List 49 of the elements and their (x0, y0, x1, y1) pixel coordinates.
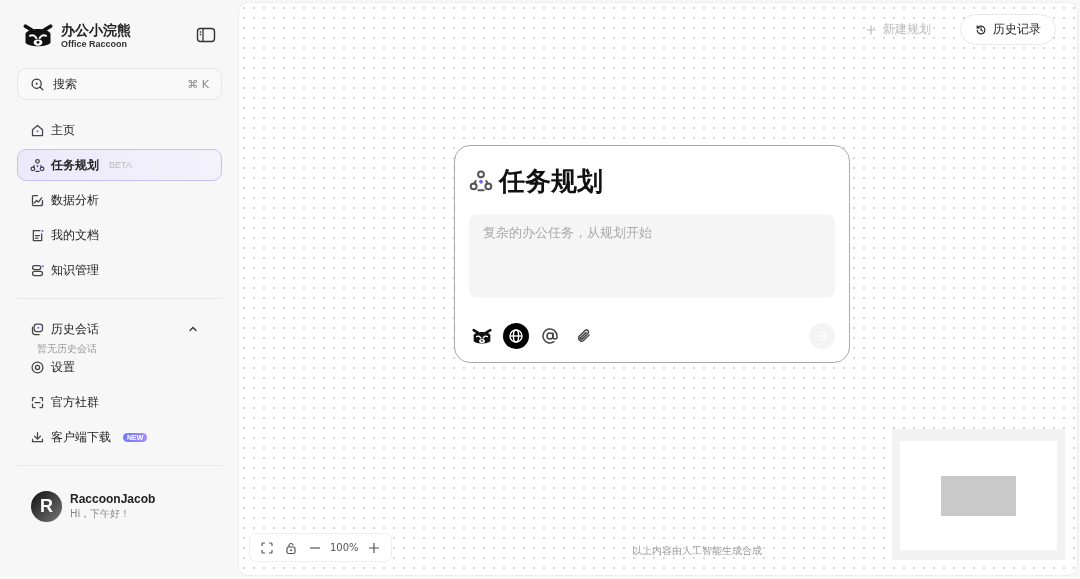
search-icon (30, 76, 45, 92)
sidebar-icon (196, 27, 216, 43)
history-icon (975, 23, 987, 36)
nav-item[interactable]: 我的文档 (17, 219, 222, 251)
minus-icon (310, 546, 320, 549)
storage-icon (30, 262, 45, 278)
document-icon (30, 227, 45, 243)
lock-button[interactable] (284, 540, 298, 555)
card-title: 任务规划 (499, 164, 603, 198)
chart-icon (30, 192, 45, 208)
settings-icon (30, 359, 45, 375)
lock-icon (284, 540, 298, 555)
raccoon-icon (472, 326, 492, 346)
globe-button[interactable] (503, 323, 529, 349)
globe-icon (506, 326, 526, 346)
fit-view-icon (260, 540, 274, 555)
app-title: 办公小浣熊 (61, 21, 132, 39)
history-button[interactable]: 历史记录 (960, 14, 1056, 45)
nav-item[interactable]: 任务规划 BETA (17, 149, 222, 181)
history-section-header[interactable]: 历史会话 (17, 313, 222, 345)
search-bar[interactable]: 搜索 ⌘ K (17, 68, 222, 100)
nav-item[interactable]: 知识管理 (17, 254, 222, 286)
sidebar-toggle-button[interactable] (196, 27, 216, 43)
prompt-field[interactable]: 复杂的办公任务，从规划开始 (469, 214, 835, 298)
nav-item[interactable]: 官方社群 (17, 386, 222, 418)
at-sign-icon (540, 326, 560, 346)
nav-item[interactable]: 主页 (17, 114, 222, 146)
plus-icon (865, 23, 877, 36)
shortcut-hint: ⌘ K (187, 77, 209, 91)
user-avatar[interactable]: R (31, 491, 62, 522)
greeting-text: Hi，下午好！ (70, 507, 132, 521)
empty-history-text: 暂无历史会话 (36, 342, 98, 356)
fit-view-button[interactable] (260, 540, 274, 555)
beta-label: BETA (109, 160, 132, 170)
plus-icon (366, 540, 381, 555)
raccoon-logo-icon (23, 21, 53, 49)
ai-disclaimer: 以上内容由人工智能生成合成 (630, 544, 763, 558)
zoom-in-button[interactable] (366, 540, 381, 555)
chat-icon (30, 321, 45, 337)
search-field[interactable]: 搜索 (51, 76, 182, 92)
scan-icon (30, 394, 45, 410)
home-icon (30, 122, 45, 138)
app-subtitle: Office Raccoon (61, 38, 128, 49)
network-icon (30, 157, 45, 173)
nav-item[interactable]: 数据分析 (17, 184, 222, 216)
network-icon (469, 169, 493, 193)
download-icon (30, 429, 45, 445)
zoom-level: 100% (330, 542, 359, 553)
user-name: RaccoonJacob (70, 492, 156, 506)
